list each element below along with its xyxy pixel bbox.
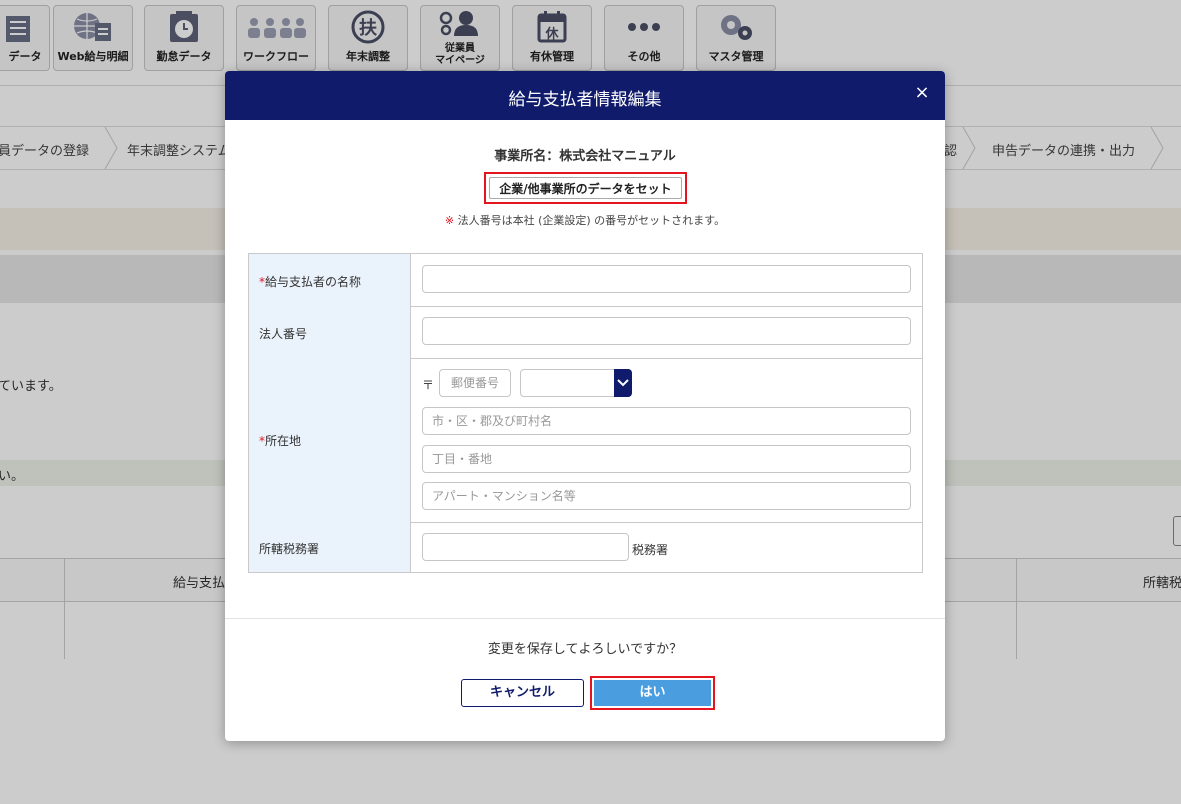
set-data-highlight: 企業/他事業所のデータをセット bbox=[484, 172, 687, 204]
city-input[interactable]: 市・区・郡及び町村名 bbox=[422, 407, 911, 435]
corp-number-note: ※ 法人番号は本社 (企業設定) の番号がセットされます。 bbox=[225, 212, 945, 228]
ok-button[interactable]: はい bbox=[594, 680, 711, 706]
note-mark: ※ bbox=[444, 214, 455, 227]
chevron-down-icon bbox=[614, 369, 632, 397]
street-input[interactable]: 丁目・番地 bbox=[422, 445, 911, 473]
postal-mark: 〒 bbox=[422, 378, 435, 392]
payer-name-label: *給与支払者の名称 bbox=[259, 273, 361, 290]
cancel-button[interactable]: キャンセル bbox=[461, 679, 584, 707]
payer-name-input[interactable] bbox=[422, 265, 911, 293]
payer-edit-dialog: 給与支払者情報編集 × 事業所名：株式会社マニュアル 企業/他事業所のデータをセ… bbox=[225, 71, 945, 741]
form-row-tax-office: 所轄税務署 税務署 bbox=[249, 522, 922, 572]
set-company-data-button[interactable]: 企業/他事業所のデータをセット bbox=[489, 177, 682, 199]
corp-number-label: 法人番号 bbox=[259, 327, 308, 341]
payer-form: *給与支払者の名称 法人番号 *所在地 〒 郵便番号 市・区・郡及び町村名 丁目… bbox=[248, 253, 923, 573]
ok-highlight: はい bbox=[590, 676, 715, 710]
address-label-cell: *所在地 bbox=[249, 358, 411, 522]
corp-number-label-cell: 法人番号 bbox=[249, 306, 411, 358]
confirm-message: 変更を保存してよろしいですか？ bbox=[487, 642, 683, 657]
note-text: 法人番号は本社 (企業設定) の番号がセットされます。 bbox=[457, 214, 726, 227]
tax-office-input[interactable] bbox=[422, 533, 629, 561]
postal-code-input[interactable]: 郵便番号 bbox=[439, 369, 511, 397]
dialog-footer-divider bbox=[225, 618, 945, 619]
office-name: 事業所名：株式会社マニュアル bbox=[494, 149, 676, 164]
tax-office-label: 所轄税務署 bbox=[259, 542, 320, 556]
address-label: *所在地 bbox=[259, 432, 301, 449]
payer-name-label-text: 給与支払者の名称 bbox=[265, 275, 362, 289]
form-row-address: *所在地 〒 郵便番号 市・区・郡及び町村名 丁目・番地 アパート・マンション名… bbox=[249, 358, 922, 523]
tax-office-suffix: 税務署 bbox=[632, 543, 669, 557]
dialog-title: 給与支払者情報編集 bbox=[508, 90, 662, 110]
address-label-text: 所在地 bbox=[265, 434, 302, 448]
building-input[interactable]: アパート・マンション名等 bbox=[422, 482, 911, 510]
form-row-payer-name: *給与支払者の名称 bbox=[249, 254, 922, 307]
form-row-corp-number: 法人番号 bbox=[249, 306, 922, 359]
dialog-header: 給与支払者情報編集 × bbox=[225, 71, 945, 120]
corp-number-input[interactable] bbox=[422, 317, 911, 345]
payer-name-label-cell: *給与支払者の名称 bbox=[249, 254, 411, 306]
tax-office-label-cell: 所轄税務署 bbox=[249, 522, 411, 572]
close-icon[interactable]: × bbox=[913, 84, 931, 102]
prefecture-select[interactable] bbox=[520, 369, 632, 397]
